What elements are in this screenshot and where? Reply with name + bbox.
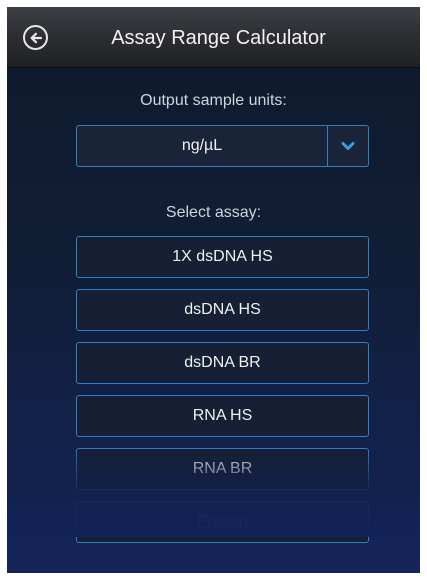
- chevron-down-icon[interactable]: [328, 126, 368, 166]
- assay-button-protein[interactable]: Protein: [76, 501, 369, 543]
- assay-button-rna-hs[interactable]: RNA HS: [76, 395, 369, 437]
- assay-button-dsdna-br[interactable]: dsDNA BR: [76, 342, 369, 384]
- assay-button-1x-dsdna-hs[interactable]: 1X dsDNA HS: [76, 236, 369, 278]
- assay-button-dsdna-hs[interactable]: dsDNA HS: [76, 289, 369, 331]
- app-screen: Assay Range Calculator Output sample uni…: [7, 7, 420, 573]
- output-units-dropdown[interactable]: ng/µL: [76, 125, 369, 167]
- output-units-value: ng/µL: [181, 137, 223, 154]
- page-title: Assay Range Calculator: [111, 27, 326, 49]
- output-units-label: Output sample units:: [140, 92, 287, 109]
- select-assay-label: Select assay:: [165, 204, 262, 221]
- header-bar: Assay Range Calculator: [7, 7, 420, 68]
- assay-button-rna-br[interactable]: RNA BR: [76, 448, 369, 490]
